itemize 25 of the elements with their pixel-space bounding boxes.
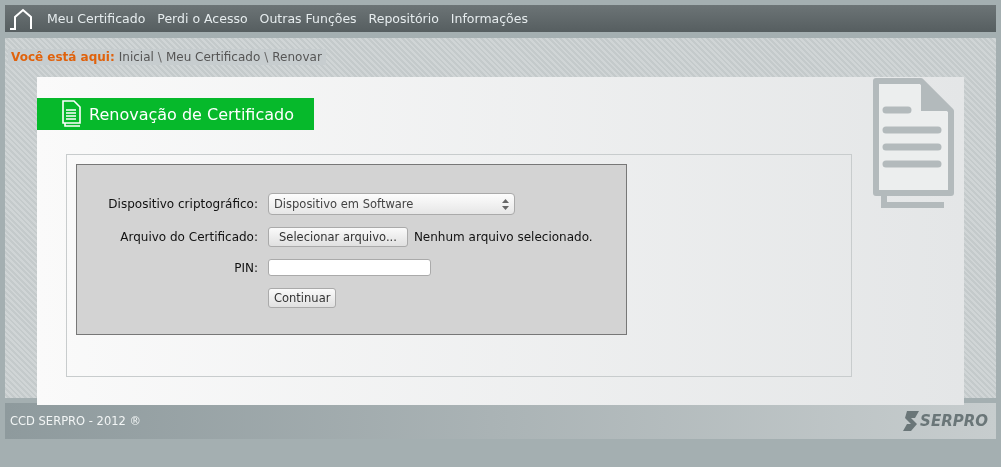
nav-link[interactable]: Meu Certificado xyxy=(47,11,146,26)
field-label: PIN: xyxy=(233,260,258,275)
breadcrumb-link[interactable]: Meu Certificado xyxy=(165,50,261,64)
pin-field[interactable] xyxy=(268,259,431,276)
file-select-button[interactable]: Selecionar arquivo... xyxy=(268,227,408,247)
breadcrumb-label: Você está aqui: xyxy=(11,50,115,64)
nav-link[interactable]: Repositório xyxy=(368,11,439,26)
field-label: Arquivo do Certificado: xyxy=(119,230,258,244)
home-icon[interactable] xyxy=(9,7,35,30)
file-status: Nenhum arquivo selecionado. xyxy=(413,230,593,244)
nav-link[interactable]: Outras Funções xyxy=(259,11,357,26)
breadcrumb-link[interactable]: Inicial xyxy=(118,50,154,64)
breadcrumb-separator: \ xyxy=(264,50,269,64)
panel-title: Renovação de Certificado xyxy=(89,104,294,124)
logo-text: SERPRO xyxy=(920,412,988,430)
spinner-arrows-icon xyxy=(502,198,509,210)
footer-text: CCD SERPRO - 2012 ® xyxy=(10,414,141,428)
breadcrumb-separator: \ xyxy=(157,50,162,64)
nav-link[interactable]: Informações xyxy=(450,11,528,26)
nav-link[interactable]: Perdi o Acesso xyxy=(157,11,248,26)
logo-icon xyxy=(903,410,920,432)
select-field[interactable]: Dispositivo em Software xyxy=(268,193,515,215)
field-label: Dispositivo criptográfico: xyxy=(107,197,258,211)
continue-button[interactable]: Continuar xyxy=(268,288,337,308)
breadcrumb-link[interactable]: Renovar xyxy=(272,50,322,64)
